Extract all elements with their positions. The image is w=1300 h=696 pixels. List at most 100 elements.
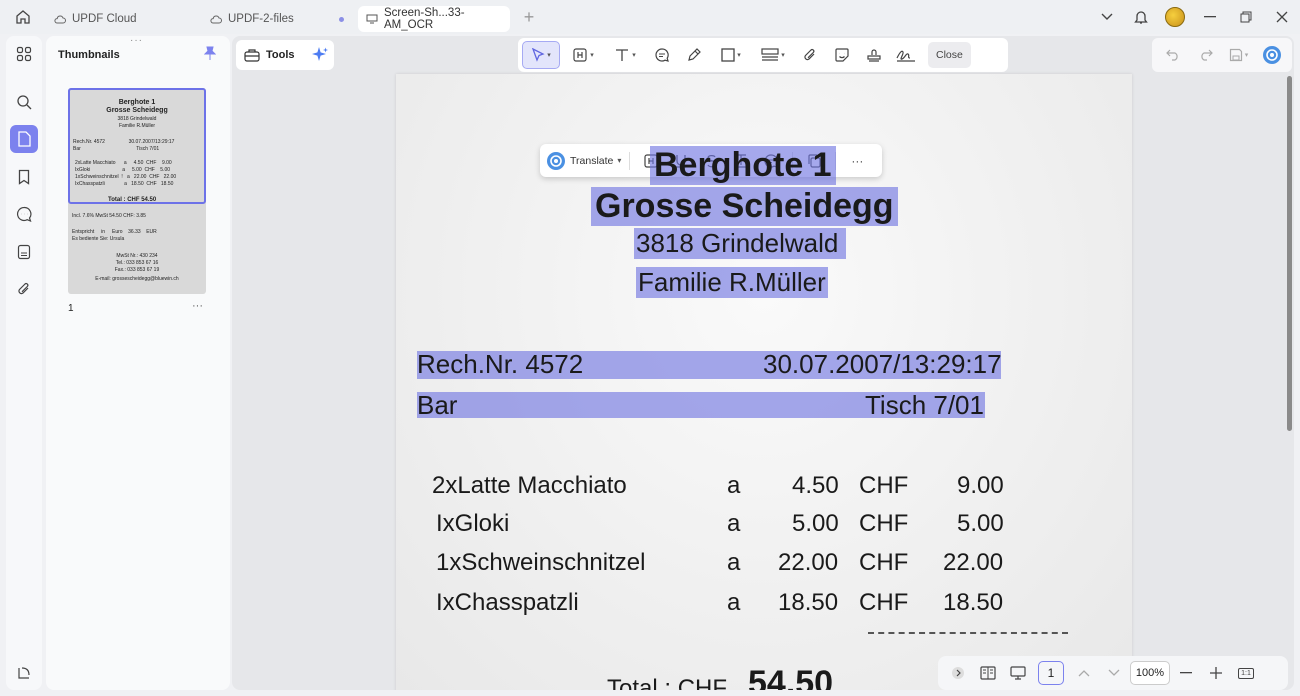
- stamp-icon[interactable]: [10, 238, 38, 266]
- restore-icon[interactable]: [1228, 0, 1264, 34]
- search-icon[interactable]: [10, 88, 38, 116]
- tab-label: Screen-Sh...33-AM_OCR: [384, 7, 465, 31]
- redo-icon[interactable]: [1192, 41, 1220, 69]
- receipt-bar: Bar: [417, 390, 458, 420]
- highlight-tool-button[interactable]: ▾: [564, 41, 602, 69]
- screen-icon: [366, 14, 378, 24]
- zoom-level-field[interactable]: 100%: [1130, 661, 1170, 685]
- chevron-down-icon[interactable]: [1090, 0, 1124, 34]
- pencil-icon: [688, 48, 701, 61]
- receipt-tisch: Tisch 7/01: [865, 390, 984, 420]
- thumbnails-icon[interactable]: [10, 125, 38, 153]
- chevron-up-icon[interactable]: [1070, 660, 1098, 686]
- avatar[interactable]: [1158, 0, 1192, 34]
- stamp-icon: [867, 49, 881, 62]
- item-price: 5.00: [792, 510, 839, 537]
- thumbnails-panel: ··· Thumbnails Berghote 1 Grosse Scheide…: [46, 35, 230, 690]
- zoom-out-icon[interactable]: [1172, 660, 1200, 686]
- item-total: 5.00: [957, 510, 1004, 537]
- stamp-tool-button[interactable]: [860, 41, 888, 69]
- actual-size-button[interactable]: 1:1: [1232, 660, 1260, 686]
- attach-tool-button[interactable]: [796, 41, 824, 69]
- receipt-rech-nr: Rech.Nr. 4572: [417, 349, 584, 379]
- item-a: a: [727, 549, 741, 576]
- page-number-input[interactable]: 1: [1038, 661, 1064, 685]
- signature-tool-button[interactable]: [892, 41, 920, 69]
- toolbox-icon: [244, 48, 260, 62]
- vertical-scrollbar[interactable]: [1287, 76, 1292, 431]
- thumbnail-more-button[interactable]: ···: [192, 300, 203, 312]
- save-icon[interactable]: ▾: [1225, 41, 1253, 69]
- item-total: 18.50: [943, 589, 1004, 616]
- history-tools: ▾: [1152, 38, 1292, 72]
- more-options-button[interactable]: ···: [844, 148, 870, 174]
- layers-icon[interactable]: [10, 659, 38, 687]
- receipt-title-line1: Berghote 1: [650, 146, 836, 185]
- zoom-in-icon[interactable]: [1202, 660, 1230, 686]
- thumb-line: Es bediente Sie: Ursula: [72, 236, 125, 242]
- thumbnail-selection: [68, 88, 206, 204]
- tools-button[interactable]: Tools: [236, 40, 334, 70]
- ai-sparkle-icon[interactable]: [311, 46, 329, 64]
- thumb-line: Fax.: 033 853 67 19: [114, 267, 160, 273]
- chevron-down-icon[interactable]: ▾: [617, 156, 621, 165]
- new-tab-button[interactable]: +: [514, 4, 544, 30]
- thumbnail-page-number: 1: [68, 303, 74, 314]
- receipt-total-value: 54.50: [748, 664, 834, 690]
- tools-label: Tools: [266, 49, 295, 61]
- thumb-line: Entspricht in Euro 36.33 EUR: [72, 229, 157, 235]
- tab-label: UPDF Cloud: [72, 13, 137, 25]
- expand-icon[interactable]: [944, 660, 972, 686]
- comment-icon: [655, 48, 669, 62]
- edit-toolbar: ▾ ▾ ▾ ▾ ▾ Close: [518, 38, 1008, 72]
- pin-icon[interactable]: [204, 46, 216, 60]
- bookmark-icon[interactable]: [10, 163, 38, 191]
- comments-icon[interactable]: [10, 200, 38, 228]
- sticker-tool-button[interactable]: [828, 41, 856, 69]
- comment-tool-button[interactable]: [648, 41, 676, 69]
- home-icon[interactable]: [0, 0, 46, 34]
- tab-updf-2-files[interactable]: UPDF-2-files: [202, 6, 354, 32]
- close-toolbar-button[interactable]: Close: [928, 42, 971, 68]
- translate-button[interactable]: Translate: [570, 155, 613, 167]
- thumb-line: E-mail: grossescheidegg@bluewin.ch: [95, 276, 179, 282]
- item-name: IxGloki: [436, 510, 510, 537]
- translate-icon[interactable]: [546, 151, 566, 171]
- bell-icon[interactable]: [1124, 0, 1158, 34]
- item-name: 2xLatte Macchiato: [432, 472, 627, 499]
- tab-updf-cloud[interactable]: UPDF Cloud: [46, 6, 198, 32]
- page-navigation-bar: 1 100% 1:1: [938, 656, 1288, 690]
- measure-tool-button[interactable]: ▾: [754, 41, 792, 69]
- chevron-down-icon[interactable]: [1100, 660, 1128, 686]
- signature-icon: [896, 50, 915, 62]
- receipt-datetime: 30.07.2007/13:29:17: [763, 349, 1002, 379]
- shape-tool-button[interactable]: ▾: [712, 41, 750, 69]
- cursor-icon: [532, 48, 545, 62]
- item-total: 9.00: [957, 472, 1004, 499]
- thumb-line: Incl. 7.6% MwSt 54.50 CHF: 3.85: [72, 213, 146, 219]
- ruler-icon: [761, 48, 779, 61]
- close-window-icon[interactable]: [1264, 0, 1300, 34]
- attachment-icon[interactable]: [10, 275, 38, 303]
- minimize-icon[interactable]: [1192, 0, 1228, 34]
- item-name: 1xSchweinschnitzel: [436, 549, 646, 576]
- pencil-tool-button[interactable]: [680, 41, 708, 69]
- page-layout-icon[interactable]: [974, 660, 1002, 686]
- panel-grip[interactable]: ···: [130, 35, 143, 46]
- organize-pages-icon[interactable]: [10, 40, 38, 68]
- paperclip-icon: [804, 48, 815, 61]
- presentation-icon[interactable]: [1004, 660, 1032, 686]
- receipt-family: Familie R.Müller: [636, 267, 828, 298]
- item-price: 18.50: [778, 589, 839, 616]
- undo-icon[interactable]: [1159, 41, 1187, 69]
- tab-screenshot-ocr[interactable]: Screen-Sh...33-AM_OCR: [358, 6, 510, 32]
- pdf-page[interactable]: Translate ▾ ··· Berghote 1 Grosse Scheid…: [396, 74, 1132, 690]
- text-tool-button[interactable]: ▾: [606, 41, 644, 69]
- tab-label: UPDF-2-files: [228, 13, 294, 25]
- item-currency: CHF: [859, 549, 909, 576]
- select-tool-button[interactable]: ▾: [522, 41, 560, 69]
- text-icon: [616, 49, 629, 61]
- receipt-divider: [868, 632, 1068, 634]
- actual-size-label: 1:1: [1238, 667, 1254, 679]
- updf-ai-icon[interactable]: [1258, 41, 1286, 69]
